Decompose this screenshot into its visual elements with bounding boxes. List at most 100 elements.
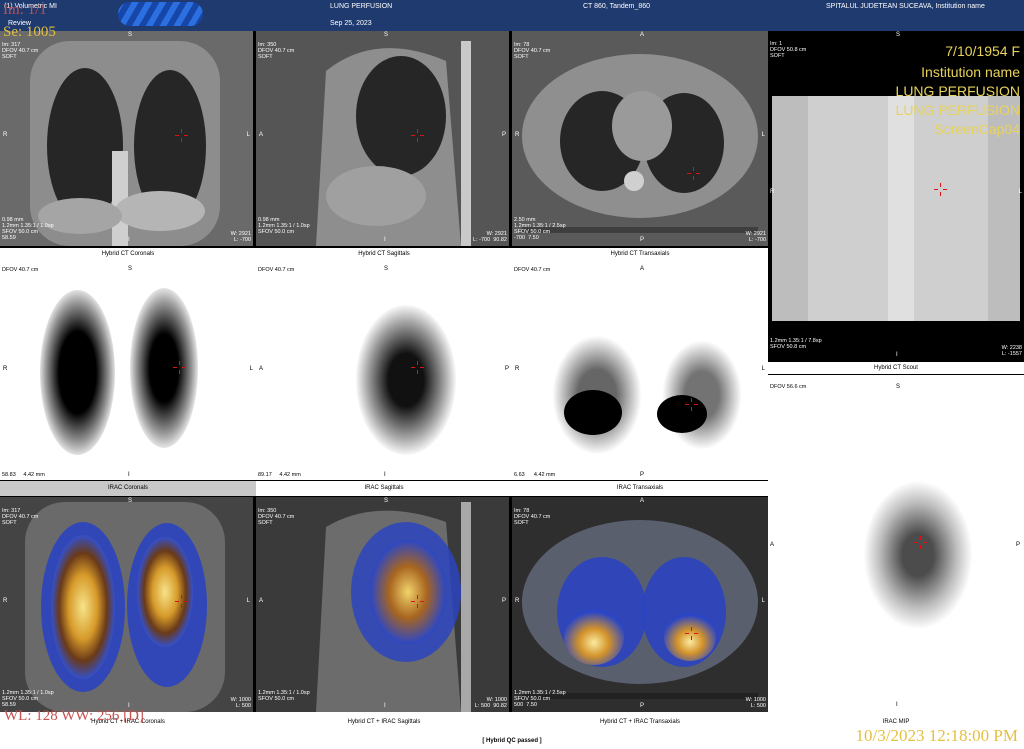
fusion-coronal-bl: 1.2mm 1.35:1 / 1.0sp SFOV 50.0 cm 58.59 (2, 690, 54, 708)
ct-coronal-br: W: 2921 L: -700 (230, 231, 251, 243)
crosshair-icon (934, 183, 947, 196)
scout-caption: Hybrid CT Scout (874, 365, 918, 371)
nm-sagittal-tl: DFOV 40.7 cm (258, 267, 295, 273)
orient-left: R (515, 598, 520, 604)
nm-transaxial-bl: 6.63 4.42 mm (514, 472, 556, 478)
orient-bottom: I (384, 237, 386, 243)
ct-sagittal-tl: Im: 350 DFOV 40.7 cm SOFT (258, 42, 295, 60)
mip-caption: IRAC MIP (882, 719, 910, 725)
orient-bottom: I (384, 703, 386, 709)
orient-top: A (640, 266, 645, 272)
orient-right: P (501, 132, 506, 138)
ct-scout-viewport[interactable]: 7/10/1954 F Institution name LUNG PERFUS… (768, 31, 1024, 361)
orient-right: L (761, 598, 765, 604)
image-index-label: Im: 1/1 (3, 2, 47, 18)
orient-bottom: I (384, 472, 386, 478)
orient-top: S (128, 32, 133, 38)
crosshair-icon (175, 129, 188, 142)
scout-institution: Institution name (921, 64, 1020, 80)
ct-transaxial-viewport[interactable]: Im: 78 DFOV 40.7 cm SOFT 2.50 mm 1.2mm 1… (512, 31, 768, 246)
ct-coronal-viewport[interactable]: Im: 317 DFOV 40.7 cm SOFT 0.98 mm 1.2mm … (0, 31, 253, 246)
ct-coronal-bl: 0.98 mm 1.2mm 1.35:1 / 1.0sp SFOV 50.0 c… (2, 217, 54, 241)
orient-bottom: I (128, 472, 130, 478)
orient-right: L (761, 366, 765, 372)
fusion-transaxial-br: W: 1000 L: 500 (745, 697, 766, 709)
orient-right: L (246, 132, 250, 138)
study-name: LUNG PERFUSION (330, 3, 393, 10)
window-level-label: WL: 128 WW: 256 [D] (4, 708, 144, 724)
nm-coronal-tl: DFOV 40.7 cm (2, 267, 39, 273)
ct-sagittal-br: W: 2921 L: -700 90.82 (473, 231, 507, 243)
fusion-sagittal-bl: 1.2mm 1.35:1 / 1.0sp SFOV 50.0 cm (258, 690, 310, 702)
ct-sagittal-bl: 0.98 mm 1.2mm 1.35:1 / 1.0sp SFOV 50.0 c… (258, 217, 310, 235)
ct-captions-row: Hybrid CT Coronals Hybrid CT Sagittals H… (0, 248, 768, 260)
orient-left: R (515, 366, 520, 372)
study-date: Sep 25, 2023 (330, 20, 372, 27)
crosshair-icon (685, 627, 698, 640)
fusion-sagittal-viewport[interactable]: Im: 350 DFOV 40.7 cm SOFT 1.2mm 1.35:1 /… (256, 497, 509, 712)
nm-transaxial-tl: DFOV 40.7 cm (514, 267, 551, 273)
ct-coronal-tl: Im: 317 DFOV 40.7 cm SOFT (2, 42, 39, 60)
ct-coronal-caption: Hybrid CT Coronals (101, 251, 155, 257)
scout-study-2: LUNG PERFUSION (895, 102, 1020, 118)
orient-top: S (384, 498, 389, 504)
scout-br: W: 2238 L: -1557 (1001, 345, 1022, 357)
nm-coronal-viewport[interactable]: DFOV 40.7 cm 58.83 4.42 mm S R L I (0, 260, 256, 480)
orient-bottom: P (640, 237, 645, 243)
crosshair-icon (685, 398, 698, 411)
crosshair-icon (411, 595, 424, 608)
crosshair-icon (411, 361, 424, 374)
orient-bottom: P (640, 472, 645, 478)
orient-top: S (384, 32, 389, 38)
fusion-transaxial-image (512, 497, 768, 712)
nm-transaxial-viewport[interactable]: DFOV 40.7 cm 6.63 4.42 mm A R L P (512, 260, 768, 480)
fusion-transaxial-tl: Im: 78 DFOV 40.7 cm SOFT (514, 508, 551, 526)
nm-transaxial-caption[interactable]: IRAC Transaxials (512, 485, 768, 491)
irac-mip-viewport[interactable]: DFOV 56.6 cm S A P I (768, 375, 1024, 712)
ct-sagittal-caption: Hybrid CT Sagittals (358, 251, 410, 257)
orient-bottom: I (896, 352, 898, 358)
ct-transaxial-bl: 2.50 mm 1.2mm 1.35:1 / 2.5sp SFOV 50.0 c… (514, 217, 566, 241)
ct-coronal-image (0, 31, 253, 246)
nm-sagittal-caption[interactable]: IRAC Sagittals (256, 485, 512, 491)
ct-sagittal-image (256, 31, 509, 246)
ct-transaxial-tl: Im: 78 DFOV 40.7 cm SOFT (514, 42, 551, 60)
orient-left: R (515, 132, 520, 138)
nm-sagittal-viewport[interactable]: DFOV 40.7 cm 89.17 4.42 mm S A P I (256, 260, 512, 480)
nm-captions-row: IRAC Coronals IRAC Sagittals IRAC Transa… (0, 481, 768, 496)
scout-capture-name: ScreenCap04 (934, 121, 1020, 137)
orient-left: R (770, 189, 775, 195)
orient-right: L (1018, 189, 1022, 195)
ct-scout-image (772, 96, 1020, 321)
orient-left: R (3, 132, 8, 138)
fusion-coronal-image (0, 497, 253, 712)
crosshair-icon (687, 167, 700, 180)
ct-sagittal-viewport[interactable]: Im: 350 DFOV 40.7 cm SOFT 0.98 mm 1.2mm … (256, 31, 509, 246)
ct-transaxial-caption: Hybrid CT Transaxials (610, 251, 670, 257)
orient-right: P (504, 366, 509, 372)
fusion-transaxial-viewport[interactable]: Im: 78 DFOV 40.7 cm SOFT 1.2mm 1.35:1 / … (512, 497, 768, 712)
patient-dob: 7/10/1954 F (945, 43, 1020, 59)
orient-top: S (128, 498, 133, 504)
series-label: Se: 1005 (3, 24, 56, 40)
orient-right: P (1015, 542, 1020, 548)
institution-name: SPITALUL JUDETEAN SUCEAVA, Institution n… (826, 3, 985, 10)
nm-coronal-caption[interactable]: IRAC Coronals (0, 485, 256, 491)
ct-transaxial-br: W: 2921 L: -700 (745, 231, 766, 243)
fusion-sagittal-caption: Hybrid CT + IRAC Sagittals (347, 719, 421, 725)
orient-right: L (246, 598, 250, 604)
crosshair-icon (411, 129, 424, 142)
scout-tl: Im: 1 DFOV 50.8 cm SOFT (770, 41, 807, 59)
fusion-transaxial-caption: Hybrid CT + IRAC Transaxials (599, 719, 681, 725)
scout-caption-row: Hybrid CT Scout (768, 362, 1024, 374)
nm-sagittal-bl: 89.17 4.42 mm (258, 472, 301, 478)
orient-left: R (3, 366, 8, 372)
orient-bottom: I (128, 237, 130, 243)
orient-top: A (640, 498, 645, 504)
scout-bl: 1.2mm 1.35:1 / 7.8sp SFOV 50.8 cm (770, 338, 822, 350)
orient-left: R (3, 598, 8, 604)
orient-left: A (259, 132, 264, 138)
fusion-coronal-viewport[interactable]: Im: 317 DFOV 40.7 cm SOFT 1.2mm 1.35:1 /… (0, 497, 253, 712)
ct-transaxial-image (512, 31, 768, 246)
fusion-sagittal-tl: Im: 350 DFOV 40.7 cm SOFT (258, 508, 295, 526)
